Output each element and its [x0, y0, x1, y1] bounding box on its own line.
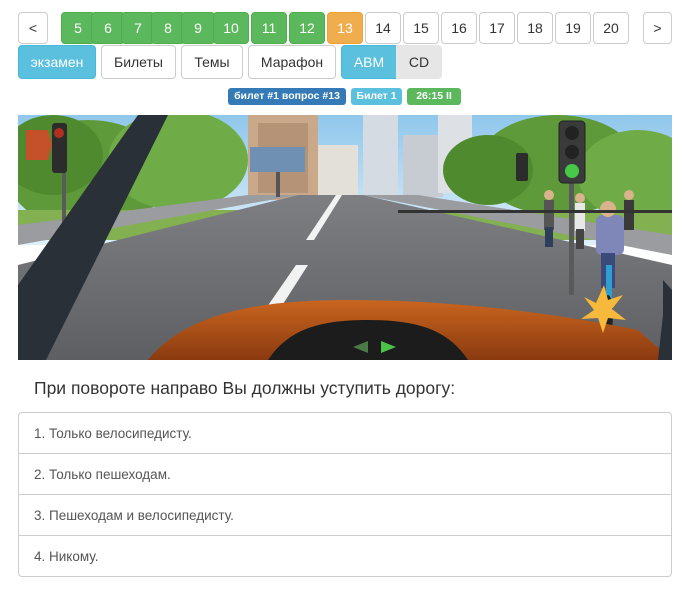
- ticket-question-badge: билет #1 вопрос #13: [228, 88, 346, 105]
- answer-option-1[interactable]: 1. Только велосипедисту.: [19, 413, 671, 454]
- tickets-mode-button[interactable]: Билеты: [101, 45, 176, 79]
- answer-option-2[interactable]: 2. Только пешеходам.: [19, 454, 671, 495]
- page-button-14[interactable]: 14: [365, 12, 401, 44]
- page-button-13[interactable]: 13: [327, 12, 363, 44]
- page-button-9[interactable]: 9: [181, 12, 215, 44]
- topics-mode-button[interactable]: Темы: [181, 45, 243, 79]
- next-page-button[interactable]: >: [643, 12, 672, 44]
- page-button-19[interactable]: 19: [555, 12, 591, 44]
- timer-badge[interactable]: 26:15 II: [407, 88, 461, 105]
- page-button-5[interactable]: 5: [61, 12, 95, 44]
- marathon-mode-button[interactable]: Марафон: [248, 45, 336, 79]
- ticket-badge: Билет 1: [351, 88, 402, 105]
- question-text: При повороте направо Вы должны уступить …: [34, 378, 456, 398]
- page-button-16[interactable]: 16: [441, 12, 477, 44]
- answers-list: 1. Только велосипедисту. 2. Только пешех…: [18, 412, 672, 577]
- answer-option-4[interactable]: 4. Никому.: [19, 536, 671, 576]
- answer-option-3[interactable]: 3. Пешеходам и велосипедисту.: [19, 495, 671, 536]
- page-button-6[interactable]: 6: [91, 12, 125, 44]
- mode-toolbar: экзамен Билеты Темы Марафон ABM CD: [18, 45, 678, 79]
- exam-mode-button[interactable]: экзамен: [18, 45, 96, 79]
- page-button-20[interactable]: 20: [593, 12, 629, 44]
- page-button-18[interactable]: 18: [517, 12, 553, 44]
- category-cd-button[interactable]: CD: [396, 45, 442, 79]
- page-button-7[interactable]: 7: [121, 12, 155, 44]
- page-button-11[interactable]: 11: [251, 12, 287, 44]
- page-button-17[interactable]: 17: [479, 12, 515, 44]
- question-pager: < 5 6 7 8 9 10 11 12 13 14 15 16 17 18 1…: [18, 12, 672, 44]
- page-button-12[interactable]: 12: [289, 12, 325, 44]
- prev-page-button[interactable]: <: [18, 12, 48, 44]
- category-abm-button[interactable]: ABM: [341, 45, 397, 79]
- road-scene-image: [18, 115, 672, 360]
- page-button-8[interactable]: 8: [151, 12, 185, 44]
- page-button-10[interactable]: 10: [213, 12, 249, 44]
- page-button-15[interactable]: 15: [403, 12, 439, 44]
